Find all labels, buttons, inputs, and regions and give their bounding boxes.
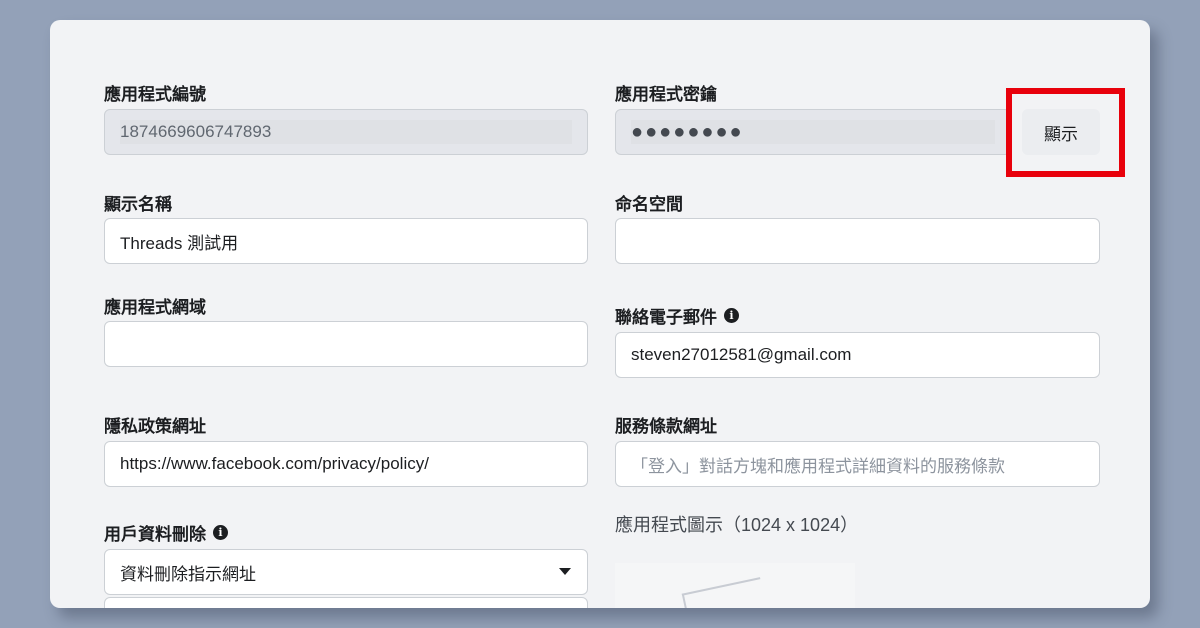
privacy-policy-input[interactable]: https://www.facebook.com/privacy/policy/ [104,441,588,487]
app-secret-value: ●●●●●●●● [631,120,995,144]
app-id-field[interactable]: 1874669606747893 [104,109,588,155]
info-icon[interactable]: i [213,525,228,540]
settings-card: 應用程式編號 1874669606747893 應用程式密鑰 ●●●●●●●● … [50,20,1150,608]
namespace-input[interactable] [615,218,1100,264]
display-name-label: 顯示名稱 [104,195,172,214]
info-icon[interactable]: i [724,308,739,323]
app-domains-label: 應用程式網域 [104,298,206,317]
user-data-deletion-select[interactable]: 資料刪除指示網址 [104,549,588,595]
terms-of-service-label: 服務條款網址 [615,417,717,436]
user-data-deletion-label: 用戶資料刪除 i [104,520,228,545]
user-data-deletion-url-input[interactable] [104,597,588,608]
user-data-deletion-selected: 資料刪除指示網址 [120,564,256,584]
chevron-down-icon [559,568,571,575]
app-secret-label: 應用程式密鑰 [615,85,717,104]
highlight-box [1006,88,1125,177]
app-id-label: 應用程式編號 [104,85,206,104]
placeholder-image-icon [681,577,769,608]
privacy-policy-label: 隱私政策網址 [104,417,206,436]
app-secret-field[interactable]: ●●●●●●●● [615,109,1011,155]
display-name-input[interactable]: Threads 測試用 [104,218,588,264]
namespace-label: 命名空間 [615,195,683,214]
terms-of-service-input[interactable]: 「登入」對話方塊和應用程式詳細資料的服務條款 [615,441,1100,487]
contact-email-input[interactable]: steven27012581@gmail.com [615,332,1100,378]
app-icon-label: 應用程式圖示（1024 x 1024） [615,515,859,535]
app-id-value: 1874669606747893 [120,120,572,144]
app-domains-input[interactable] [104,321,588,367]
contact-email-label: 聯絡電子郵件 i [615,303,739,328]
app-icon-preview[interactable] [615,563,855,608]
terms-of-service-placeholder: 「登入」對話方塊和應用程式詳細資料的服務條款 [631,456,1005,476]
